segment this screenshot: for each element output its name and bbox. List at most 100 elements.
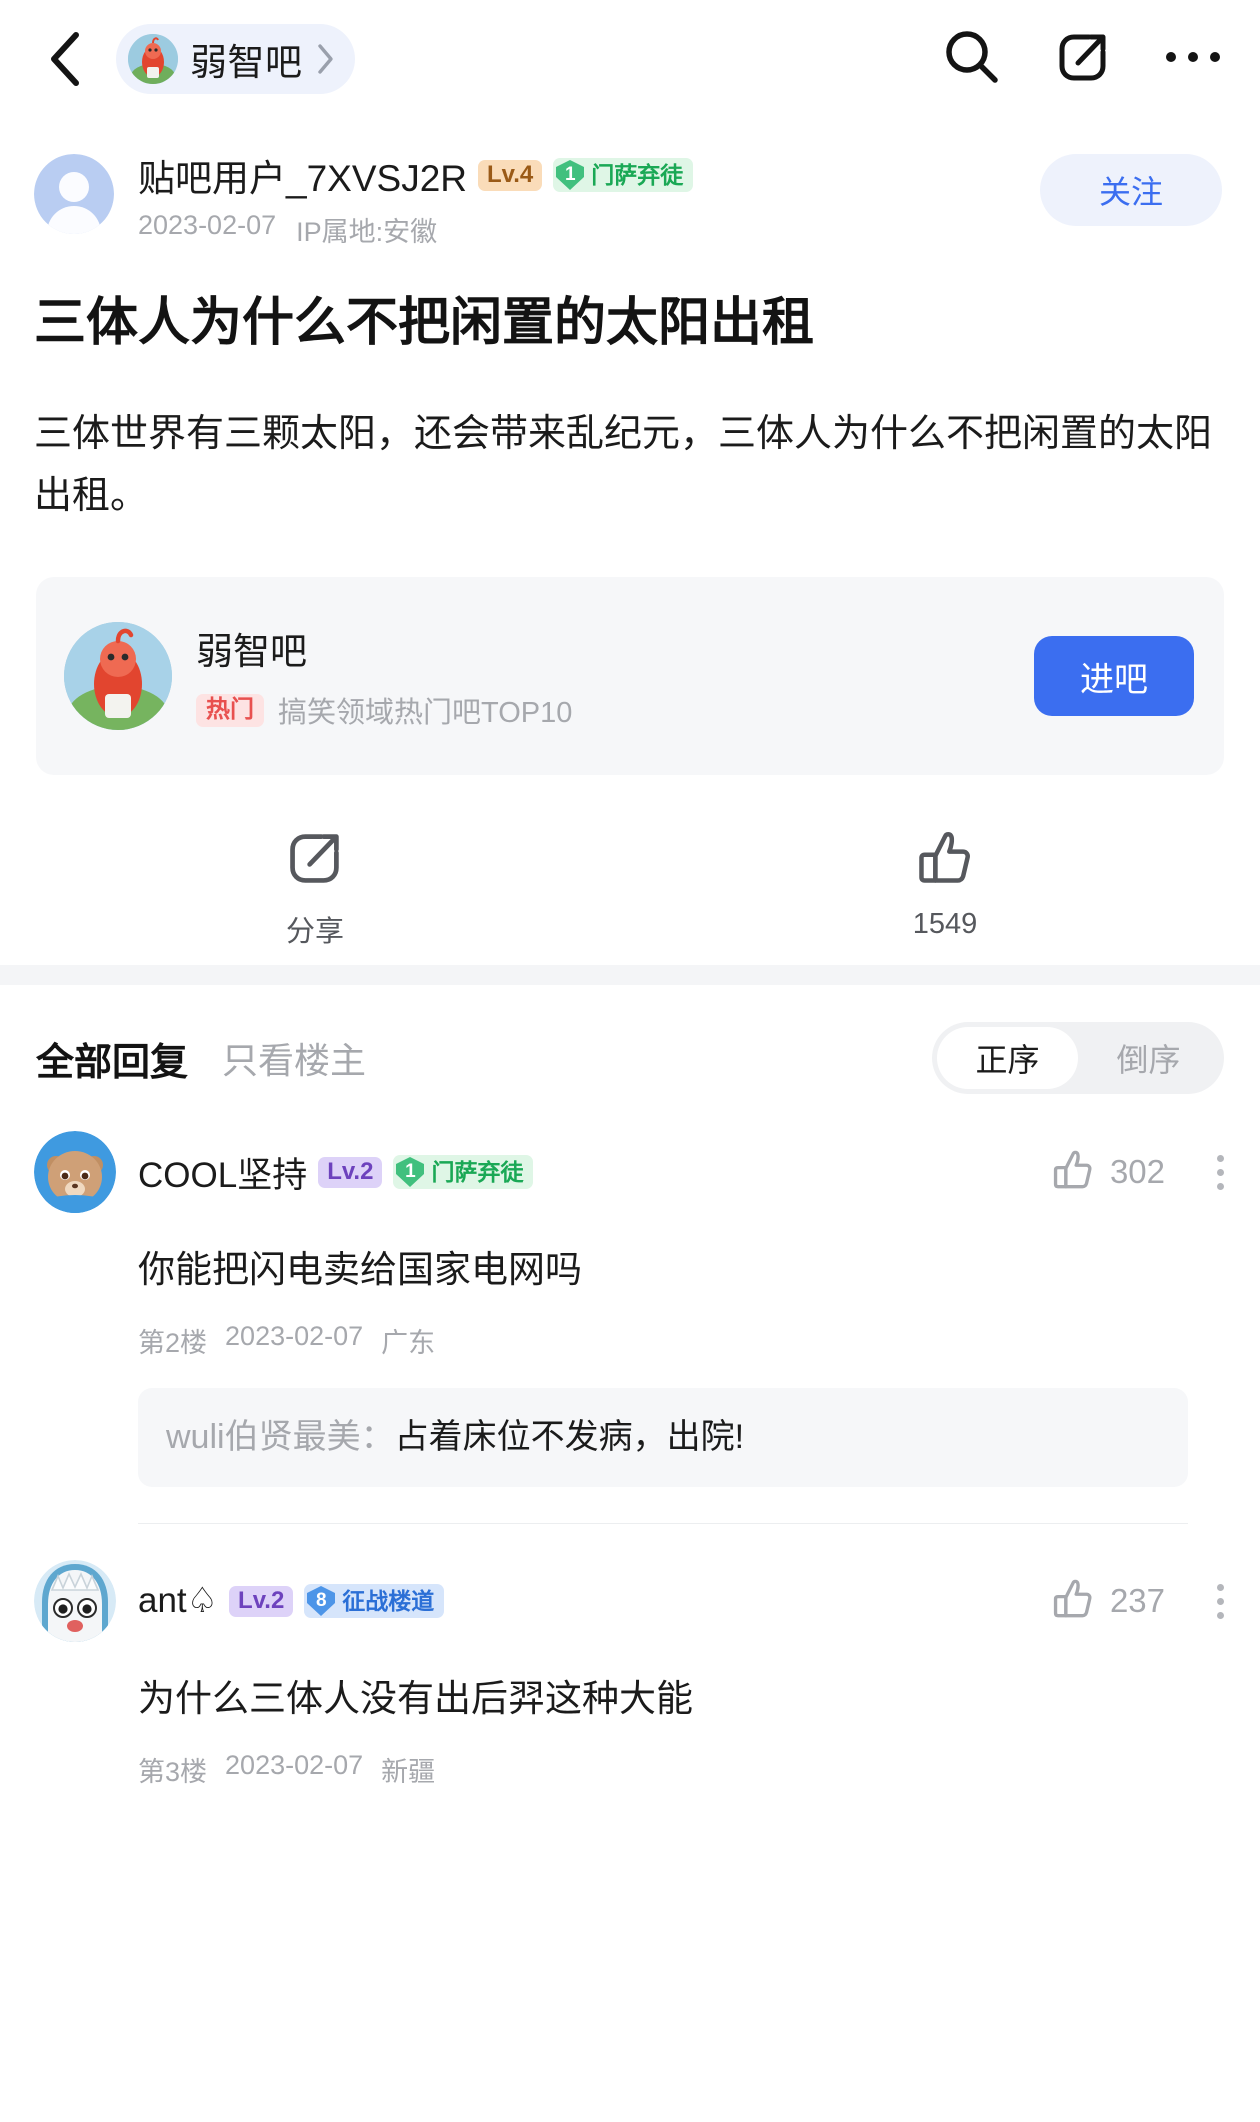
dot: [1217, 1182, 1224, 1190]
search-icon: [942, 27, 1002, 92]
comment-location: 新疆: [381, 1756, 436, 1787]
post-body: 三体世界有三颗太阳，还会带来乱纪元，三体人为什么不把闲置的太阳出租。: [34, 413, 1213, 517]
avatar-body: [47, 206, 101, 234]
author-meta: 贴吧用户_7XVSJ2R Lv.4 1 门萨弃徒 2023-02-07 IP属地…: [138, 146, 694, 249]
section-divider: [0, 965, 1260, 986]
shield-icon: 1: [393, 1155, 427, 1189]
page-title: 三体人为什么不把闲置的太阳出租: [34, 294, 815, 352]
shield-icon: 8: [304, 1584, 338, 1618]
more-vertical-icon[interactable]: [1217, 1583, 1224, 1619]
hot-badge: 热门: [196, 693, 264, 727]
comment-meta: 第3楼 2023-02-07 新疆: [34, 1726, 1224, 1789]
avatar[interactable]: [34, 154, 114, 234]
more-vertical-icon[interactable]: [1217, 1154, 1224, 1190]
more-button[interactable]: [1164, 47, 1222, 72]
comment-date: 2023-02-07: [225, 1320, 364, 1351]
forum-avatar-icon: [128, 34, 178, 84]
comment-floor: 第3楼: [138, 1756, 208, 1787]
dot: [1217, 1597, 1224, 1605]
nested-reply-text: 占着床位不发病，出院!: [394, 1417, 745, 1456]
chevron-left-icon: [48, 31, 82, 87]
forum-card-avatar-icon: [64, 622, 172, 731]
comment-text: 你能把闪电卖给国家电网吗: [138, 1249, 582, 1291]
replies-header: 全部回复 只看楼主 正序 倒序: [0, 985, 1260, 1095]
forum-card-name: 弱智吧: [196, 631, 307, 673]
thumbs-up-icon: [914, 827, 976, 894]
comment-honor-badge: 1 门萨弃徒: [393, 1155, 534, 1190]
like-action[interactable]: 1549: [630, 827, 1260, 955]
shield-icon: 1: [553, 158, 587, 192]
sort-toggle[interactable]: 正序 倒序: [932, 1022, 1224, 1095]
forum-pill[interactable]: 弱智吧: [116, 24, 355, 94]
comment-like-group[interactable]: 302: [1050, 1147, 1224, 1198]
nested-reply[interactable]: wuli伯贤最美：占着床位不发病，出院!: [138, 1387, 1188, 1488]
back-button[interactable]: [36, 30, 94, 88]
nested-reply-user: wuli伯贤最美：: [166, 1417, 395, 1456]
thumbs-up-icon: [1050, 1576, 1096, 1627]
list-item: COOL坚持 Lv.2 1 门萨弃徒 302 你能把闪电卖给国家电网吗 第2楼 …: [0, 1095, 1260, 1525]
author-level-badge: Lv.4: [478, 159, 543, 191]
list-item: ant♤ Lv.2 8 征战楼道 237 为什么三体人没有出后羿这种大能 第3楼…: [0, 1524, 1260, 1789]
post-date: 2023-02-07: [138, 210, 277, 240]
honor-badge-number: 8: [316, 1590, 327, 1612]
post-ip: IP属地:安徽: [296, 217, 438, 247]
avatar-head: [59, 172, 89, 202]
comment-author-line: COOL坚持 Lv.2 1 门萨弃徒: [138, 1147, 534, 1198]
honor-badge-number: 1: [405, 1161, 416, 1183]
share-action[interactable]: 分享: [0, 827, 630, 955]
like-count: 1549: [912, 908, 978, 941]
comment-level-badge: Lv.2: [318, 1156, 383, 1188]
sort-ascending-button[interactable]: 正序: [937, 1027, 1078, 1090]
dot: [1217, 1611, 1224, 1619]
comment-like-count: 237: [1109, 1582, 1165, 1620]
author-honor-badge: 1 门萨弃徒: [553, 158, 694, 192]
top-bar: 弱智吧: [0, 0, 1260, 118]
comment-text: 为什么三体人没有出后羿这种大能: [138, 1678, 693, 1720]
comment-location: 广东: [381, 1327, 436, 1358]
thumbs-up-icon: [1050, 1147, 1096, 1198]
forum-card-info: 弱智吧 热门 搞笑领域热门吧TOP10: [196, 621, 1034, 731]
enter-forum-button[interactable]: 进吧: [1034, 636, 1194, 717]
author-sub: 2023-02-07 IP属地:安徽: [138, 210, 693, 249]
tab-all-replies[interactable]: 全部回复: [36, 1031, 188, 1086]
share-label: 分享: [285, 916, 344, 949]
tab-op-only[interactable]: 只看楼主: [222, 1032, 366, 1084]
more-horizontal-icon: [1164, 47, 1222, 72]
avatar[interactable]: [34, 1560, 116, 1643]
chevron-right-icon: [317, 43, 335, 75]
forum-pill-label: 弱智吧: [190, 42, 303, 83]
comment-like-group[interactable]: 237: [1050, 1576, 1224, 1627]
author-name-line: 贴吧用户_7XVSJ2R Lv.4 1 门萨弃徒: [138, 148, 694, 202]
dot: [1217, 1583, 1224, 1591]
honor-badge-label: 门萨弃徒: [591, 161, 684, 188]
author-name[interactable]: 贴吧用户_7XVSJ2R: [138, 148, 467, 202]
comment-floor: 第2楼: [138, 1327, 208, 1358]
comment-level-badge: Lv.2: [229, 1585, 294, 1617]
comment-head: COOL坚持 Lv.2 1 门萨弃徒 302: [34, 1131, 1224, 1214]
comment-head: ant♤ Lv.2 8 征战楼道 237: [34, 1560, 1224, 1643]
forum-card-desc: 搞笑领域热门吧TOP10: [278, 697, 573, 730]
comment-author-name[interactable]: COOL坚持: [138, 1147, 307, 1198]
comment-like-count: 302: [1109, 1153, 1165, 1191]
compose-icon: [1054, 28, 1112, 91]
comment-author-name[interactable]: ant♤: [138, 1581, 218, 1621]
post-action-bar: 分享 1549: [0, 775, 1260, 955]
honor-badge-label: 征战楼道: [342, 1587, 435, 1614]
topbar-actions: [942, 27, 1222, 92]
honor-badge-label: 门萨弃徒: [431, 1158, 524, 1185]
forum-card[interactable]: 弱智吧 热门 搞笑领域热门吧TOP10 进吧: [36, 577, 1224, 776]
compose-icon: [284, 827, 346, 894]
comment-honor-badge: 8 征战楼道: [304, 1584, 445, 1619]
post-author-row: 贴吧用户_7XVSJ2R Lv.4 1 门萨弃徒 2023-02-07 IP属地…: [0, 118, 1260, 249]
compose-button[interactable]: [1054, 28, 1112, 91]
forum-card-sub: 热门 搞笑领域热门吧TOP10: [196, 689, 1034, 731]
avatar[interactable]: [34, 1131, 116, 1214]
comment-author-line: ant♤ Lv.2 8 征战楼道: [138, 1581, 445, 1621]
follow-button[interactable]: 关注: [1040, 154, 1222, 226]
dot: [1217, 1168, 1224, 1176]
search-button[interactable]: [942, 27, 1002, 92]
sort-descending-button[interactable]: 倒序: [1078, 1027, 1219, 1089]
comment-meta: 第2楼 2023-02-07 广东: [34, 1297, 1224, 1360]
comment-date: 2023-02-07: [225, 1749, 364, 1780]
honor-badge-number: 1: [564, 164, 576, 185]
